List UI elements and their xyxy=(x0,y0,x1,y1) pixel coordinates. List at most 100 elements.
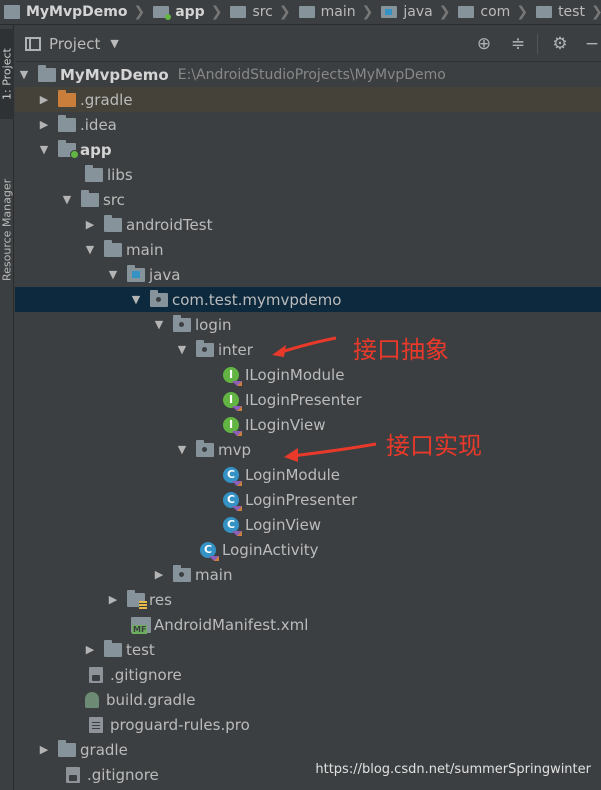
tree-node-package-root[interactable]: ▼ com.test.mymvpdemo xyxy=(15,287,601,312)
module-folder-icon xyxy=(153,6,172,20)
folder-icon xyxy=(58,114,76,132)
collapse-all-icon[interactable]: ≑ xyxy=(508,34,528,54)
tree-node-iloginpresenter[interactable]: I ILoginPresenter xyxy=(15,387,601,412)
excluded-folder-icon xyxy=(58,89,76,107)
gitignore-file-icon xyxy=(89,666,103,683)
folder-icon xyxy=(104,214,122,232)
tree-node-app[interactable]: ▼ app xyxy=(15,137,601,162)
annotation-arrow-inter xyxy=(272,336,337,357)
package-icon xyxy=(173,314,191,332)
tree-node-loginactivity[interactable]: C LoginActivity xyxy=(15,537,601,562)
breadcrumb-item-com[interactable]: com ❯ xyxy=(454,4,532,20)
expand-arrow-icon[interactable]: ▼ xyxy=(19,68,29,81)
interface-icon: I xyxy=(223,416,242,436)
collapse-arrow-icon[interactable]: ▶ xyxy=(39,743,49,756)
folder-icon xyxy=(81,189,99,207)
project-icon xyxy=(4,5,20,19)
resource-folder-icon xyxy=(127,589,147,609)
tree-node-idea[interactable]: ▶ .idea xyxy=(15,112,601,137)
tree-node-main[interactable]: ▼ main xyxy=(15,237,601,262)
tree-node-app-gitignore[interactable]: .gitignore xyxy=(15,662,601,687)
collapse-arrow-icon[interactable]: ▶ xyxy=(154,568,164,581)
expand-arrow-icon[interactable]: ▼ xyxy=(85,243,95,256)
header-divider xyxy=(537,34,538,54)
annotation-interface-note: 接口抽象 xyxy=(353,336,449,364)
expand-arrow-icon[interactable]: ▼ xyxy=(177,443,187,456)
collapse-arrow-icon[interactable]: ▶ xyxy=(39,93,49,106)
annotation-arrow-impl xyxy=(284,442,377,462)
package-icon xyxy=(173,564,191,582)
tree-node-iloginmodule[interactable]: I ILoginModule xyxy=(15,362,601,387)
project-tree: ▼ MyMvpDemo E:\AndroidStudioProjects\MyM… xyxy=(15,62,601,790)
project-view-icon xyxy=(25,36,41,51)
annotation-impl-note: 接口实现 xyxy=(386,432,482,460)
tree-node-test[interactable]: ▶ test xyxy=(15,637,601,662)
folder-icon xyxy=(58,739,76,757)
breadcrumb-item-src[interactable]: src ❯ xyxy=(226,4,294,20)
project-view-selector[interactable]: Project xyxy=(49,35,100,53)
project-panel-header: Project ▼ ⊕ ≑ ⚙ − xyxy=(15,26,601,62)
tree-node-gradle[interactable]: ▶ gradle xyxy=(15,737,601,762)
class-icon: C xyxy=(223,516,242,536)
tree-node-manifest[interactable]: AndroidManifest.xml xyxy=(15,612,601,637)
expand-arrow-icon[interactable]: ▼ xyxy=(39,143,49,156)
interface-icon: I xyxy=(223,366,242,386)
text-file-icon xyxy=(89,716,103,733)
breadcrumb-item-app[interactable]: app ❯ xyxy=(149,4,226,20)
expand-arrow-icon[interactable]: ▼ xyxy=(62,193,72,206)
tree-node-gradle-cache[interactable]: ▶ .gradle xyxy=(15,87,601,112)
tree-node-main-package[interactable]: ▶ main xyxy=(15,562,601,587)
tree-node-build-gradle[interactable]: build.gradle xyxy=(15,687,601,712)
locate-icon[interactable]: ⊕ xyxy=(474,34,494,54)
resource-manager-tool-tab[interactable]: Resource Manager xyxy=(0,155,14,305)
folder-icon xyxy=(298,6,315,18)
tree-node-root[interactable]: ▼ MyMvpDemo E:\AndroidStudioProjects\MyM… xyxy=(15,62,601,87)
breadcrumb: MyMvpDemo ❯ app ❯ src ❯ main ❯ java ❯ com ❯ te… xyxy=(0,0,601,25)
package-icon xyxy=(536,6,553,18)
class-icon: C xyxy=(200,541,219,561)
collapse-arrow-icon[interactable]: ▶ xyxy=(85,643,95,656)
project-folder-icon xyxy=(38,64,56,82)
tree-node-res[interactable]: ▶ res xyxy=(15,587,601,612)
tree-node-iloginview[interactable]: I ILoginView xyxy=(15,412,601,437)
tree-node-src[interactable]: ▼ src xyxy=(15,187,601,212)
project-tool-tab[interactable]: 1: Project xyxy=(0,29,14,119)
collapse-arrow-icon[interactable]: ▶ xyxy=(108,593,118,606)
tree-node-loginmodule[interactable]: C LoginModule xyxy=(15,462,601,487)
left-tool-strip: 1: Project Resource Manager xyxy=(0,25,14,790)
folder-icon xyxy=(230,6,247,18)
expand-arrow-icon[interactable]: ▼ xyxy=(154,318,164,331)
expand-arrow-icon[interactable]: ▼ xyxy=(131,293,141,306)
gear-icon[interactable]: ⚙ xyxy=(550,34,570,54)
gitignore-file-icon xyxy=(66,766,80,783)
breadcrumb-item-main[interactable]: main ❯ xyxy=(295,4,378,20)
breadcrumb-item-project[interactable]: MyMvpDemo ❯ xyxy=(0,4,149,20)
folder-icon xyxy=(104,639,122,657)
chevron-down-icon[interactable]: ▼ xyxy=(110,37,118,50)
tree-node-proguard[interactable]: proguard-rules.pro xyxy=(15,712,601,737)
manifest-file-icon xyxy=(131,616,151,634)
interface-icon: I xyxy=(223,391,242,411)
collapse-arrow-icon[interactable]: ▶ xyxy=(85,218,95,231)
package-icon xyxy=(150,289,168,307)
watermark: https://blog.csdn.net/summerSpringwinter xyxy=(315,762,591,777)
package-icon xyxy=(458,6,475,18)
expand-arrow-icon[interactable]: ▼ xyxy=(177,343,187,356)
tree-node-loginview[interactable]: C LoginView xyxy=(15,512,601,537)
package-icon xyxy=(196,439,214,457)
breadcrumb-item-test[interactable]: test❯ xyxy=(532,4,601,20)
folder-icon xyxy=(85,164,103,182)
tree-node-loginpresenter[interactable]: C LoginPresenter xyxy=(15,487,601,512)
tree-node-libs[interactable]: libs xyxy=(15,162,601,187)
package-icon xyxy=(196,339,214,357)
module-folder-icon xyxy=(58,139,79,159)
class-icon: C xyxy=(223,466,242,486)
collapse-arrow-icon[interactable]: ▶ xyxy=(39,118,49,131)
hide-panel-icon[interactable]: − xyxy=(582,34,601,54)
class-icon: C xyxy=(223,491,242,511)
expand-arrow-icon[interactable]: ▼ xyxy=(108,268,118,281)
breadcrumb-item-java[interactable]: java ❯ xyxy=(377,4,454,20)
source-folder-icon xyxy=(381,6,398,18)
tree-node-androidtest[interactable]: ▶ androidTest xyxy=(15,212,601,237)
tree-node-java[interactable]: ▼ java xyxy=(15,262,601,287)
